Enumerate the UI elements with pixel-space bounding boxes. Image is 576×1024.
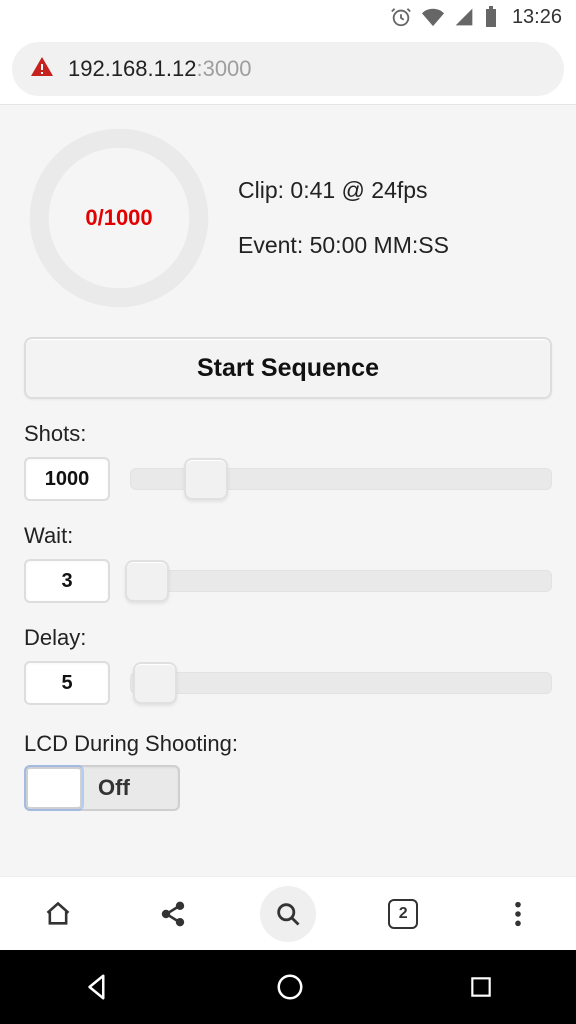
status-time: 13:26 [512,6,562,29]
android-home-button[interactable] [275,972,305,1002]
browser-search-button[interactable] [260,886,316,942]
start-sequence-button[interactable]: Start Sequence [24,337,552,399]
battery-icon [484,6,498,28]
alarm-icon [390,6,412,28]
delay-value-box[interactable]: 5 [24,661,110,705]
shots-slider[interactable] [130,465,552,493]
delay-slider[interactable] [130,669,552,697]
browser-tab-count: 2 [388,899,418,929]
insecure-warning-icon [30,55,54,84]
shots-value-box[interactable]: 1000 [24,457,110,501]
browser-toolbar: 2 [0,876,576,950]
browser-share-button[interactable] [145,886,201,942]
delay-slider-thumb[interactable] [133,662,177,704]
browser-home-button[interactable] [30,886,86,942]
lcd-toggle-knob[interactable] [26,767,82,809]
browser-url-bar[interactable]: 192.168.1.12:3000 [12,42,564,96]
browser-menu-button[interactable] [490,886,546,942]
wifi-icon [422,6,444,28]
wait-slider-thumb[interactable] [125,560,169,602]
delay-label: Delay: [24,625,552,651]
lcd-toggle-state: Off [98,775,130,801]
shots-label: Shots: [24,421,552,447]
app-content: 0/1000 Clip: 0:41 @ 24fps Event: 50:00 M… [0,105,576,891]
cell-signal-icon [454,7,474,27]
browser-tabs-button[interactable]: 2 [375,886,431,942]
url-text: 192.168.1.12:3000 [68,56,252,82]
wait-label: Wait: [24,523,552,549]
clip-info: Clip: 0:41 @ 24fps [238,177,552,204]
event-info: Event: 50:00 MM:SS [238,232,552,259]
lcd-label: LCD During Shooting: [24,731,552,757]
android-nav-bar [0,950,576,1024]
android-status-bar: 13:26 [0,0,576,34]
shots-slider-thumb[interactable] [184,458,228,500]
android-recents-button[interactable] [468,974,494,1000]
android-back-button[interactable] [82,972,112,1002]
wait-slider[interactable] [130,567,552,595]
progress-counter: 0/1000 [24,123,214,313]
browser-url-bar-container: 192.168.1.12:3000 [0,34,576,104]
progress-ring: 0/1000 [24,123,214,313]
lcd-toggle[interactable]: Off [24,765,180,811]
wait-value-box[interactable]: 3 [24,559,110,603]
